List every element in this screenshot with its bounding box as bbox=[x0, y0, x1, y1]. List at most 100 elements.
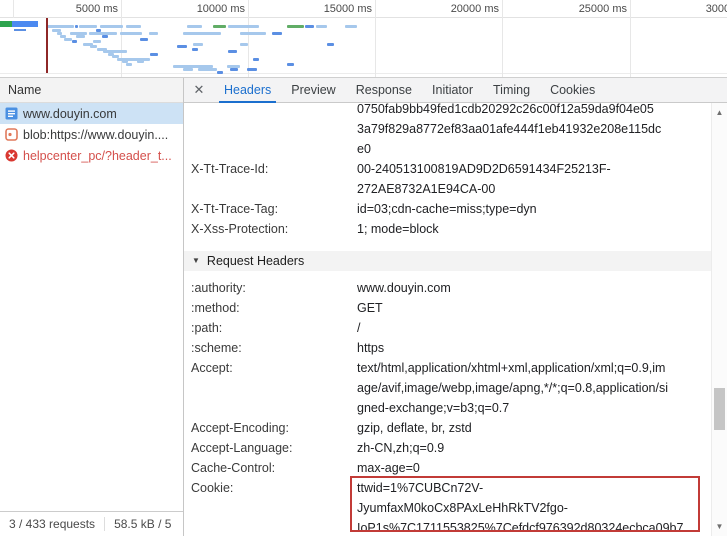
name-column-label: Name bbox=[8, 83, 41, 97]
header-row: 0750fab9bb49fed1cdb20292c26c00f12a59da9f… bbox=[184, 103, 711, 159]
tab-headers[interactable]: Headers bbox=[214, 78, 281, 103]
section-label: Request Headers bbox=[207, 251, 304, 271]
transferred-size: 58.5 kB / 5 bbox=[104, 517, 180, 531]
waterfall-request-bar bbox=[140, 38, 148, 41]
header-key: :authority: bbox=[191, 278, 357, 298]
header-value-line: JyumfaxM0koCx8PAxLeHhRkTV2fgo- bbox=[357, 498, 662, 518]
selected-request-bar-green bbox=[0, 21, 12, 27]
waterfall-request-bar bbox=[149, 32, 158, 35]
tab-timing[interactable]: Timing bbox=[483, 78, 540, 103]
waterfall-request-bar bbox=[76, 35, 85, 38]
waterfall-request-bar bbox=[75, 25, 78, 28]
header-key: Cookie: bbox=[191, 478, 357, 536]
header-value-line: gzip, deflate, br, zstd bbox=[357, 418, 662, 438]
header-value-line: 00-240513100819AD9D2D6591434F25213F- bbox=[357, 159, 662, 179]
header-value-line: 1; mode=block bbox=[357, 219, 662, 239]
waterfall-request-bar bbox=[193, 43, 203, 46]
timeline-gridline bbox=[13, 0, 14, 18]
header-value: text/html,application/xhtml+xml,applicat… bbox=[357, 358, 662, 418]
header-row: Accept-Language:zh-CN,zh;q=0.9 bbox=[184, 438, 711, 458]
waterfall-request-bar bbox=[46, 25, 74, 28]
collapse-triangle-icon: ▼ bbox=[192, 251, 200, 271]
header-row: :scheme:https bbox=[184, 338, 711, 358]
tab-response[interactable]: Response bbox=[346, 78, 422, 103]
tab-initiator[interactable]: Initiator bbox=[422, 78, 483, 103]
scroll-up-icon[interactable]: ▲ bbox=[712, 105, 727, 120]
detail-tabs: HeadersPreviewResponseInitiatorTimingCoo… bbox=[214, 78, 605, 103]
header-row: X-Xss-Protection:1; mode=block bbox=[184, 219, 711, 239]
request-rows: www.douyin.comblob:https://www.douyin...… bbox=[0, 103, 183, 166]
name-column-header[interactable]: Name bbox=[0, 78, 183, 103]
requests-count: 3 / 433 requests bbox=[0, 517, 104, 531]
header-row: Cache-Control:max-age=0 bbox=[184, 458, 711, 478]
header-value-line: IoP1s%7C1711553825%7Cefdcf976392d80324ec… bbox=[357, 518, 662, 536]
detail-tabbar: ✕ HeadersPreviewResponseInitiatorTimingC… bbox=[184, 78, 727, 103]
timeline-tick-label: 30000 ms bbox=[706, 3, 727, 15]
header-key bbox=[191, 103, 357, 159]
close-icon[interactable]: ✕ bbox=[184, 82, 214, 98]
waterfall-request-bar bbox=[150, 53, 158, 56]
waterfall-request-bar bbox=[100, 25, 123, 28]
header-value-line: id=03;cdn-cache=miss;type=dyn bbox=[357, 199, 662, 219]
request-headers-section-header[interactable]: ▼ Request Headers bbox=[184, 251, 711, 271]
waterfall-request-bar bbox=[213, 25, 226, 28]
request-list-sidebar: Name www.douyin.comblob:https://www.douy… bbox=[0, 78, 184, 536]
waterfall-request-bar bbox=[228, 50, 237, 53]
scrollbar-thumb[interactable] bbox=[714, 388, 725, 430]
header-value: 00-240513100819AD9D2D6591434F25213F-272A… bbox=[357, 159, 662, 199]
waterfall-request-bar bbox=[345, 25, 357, 28]
overview-separator bbox=[0, 73, 727, 74]
waterfall-request-bar bbox=[79, 25, 97, 28]
header-value: ttwid=1%7CUBCn72V-JyumfaxM0koCx8PAxLeHhR… bbox=[357, 478, 662, 536]
header-row: :path:/ bbox=[184, 318, 711, 338]
header-value-line: 272AE8732A1E94CA-00 bbox=[357, 179, 662, 199]
header-row: X-Tt-Trace-Id:00-240513100819AD9D2D65914… bbox=[184, 159, 711, 199]
overview-separator bbox=[0, 17, 727, 18]
header-value-line: GET bbox=[357, 298, 662, 318]
header-value-line: e0 bbox=[357, 139, 662, 159]
header-value: www.douyin.com bbox=[357, 278, 662, 298]
timeline-tick-label: 20000 ms bbox=[451, 3, 499, 15]
header-key: :path: bbox=[191, 318, 357, 338]
header-value-line: 0750fab9bb49fed1cdb20292c26c00f12a59da9f… bbox=[357, 103, 662, 119]
timeline-gridline bbox=[248, 0, 249, 77]
scroll-down-icon[interactable]: ▼ bbox=[712, 519, 727, 534]
header-value: zh-CN,zh;q=0.9 bbox=[357, 438, 662, 458]
header-value: 1; mode=block bbox=[357, 219, 662, 239]
request-row[interactable]: www.douyin.com bbox=[0, 103, 183, 124]
waterfall-request-bar bbox=[198, 68, 217, 71]
header-value: https bbox=[357, 338, 662, 358]
header-value-line: https bbox=[357, 338, 662, 358]
waterfall-request-bar bbox=[187, 25, 202, 28]
vertical-scrollbar[interactable]: ▲ ▼ bbox=[711, 103, 727, 536]
waterfall-request-bar bbox=[72, 40, 77, 43]
waterfall-request-bar bbox=[240, 32, 266, 35]
timeline-tick-label: 25000 ms bbox=[579, 3, 627, 15]
header-value-line: 3a79f829a8772ef83aa01afe444f1eb41932e208… bbox=[357, 119, 662, 139]
header-value-line: www.douyin.com bbox=[357, 278, 662, 298]
header-key: :method: bbox=[191, 298, 357, 318]
tab-preview[interactable]: Preview bbox=[281, 78, 345, 103]
timeline-gridline bbox=[121, 0, 122, 77]
header-value: / bbox=[357, 318, 662, 338]
load-event-line bbox=[46, 18, 48, 73]
timeline-tick-label: 15000 ms bbox=[324, 3, 372, 15]
header-key: X-Tt-Trace-Tag: bbox=[191, 199, 357, 219]
request-row[interactable]: blob:https://www.douyin.... bbox=[0, 124, 183, 145]
waterfall-request-bar bbox=[316, 25, 327, 28]
waterfall-request-bar bbox=[183, 32, 221, 35]
header-value-line: ttwid=1%7CUBCn72V- bbox=[357, 478, 662, 498]
request-row[interactable]: helpcenter_pc/?header_t... bbox=[0, 145, 183, 166]
network-overview[interactable]: 5000 ms10000 ms15000 ms20000 ms25000 ms3… bbox=[0, 0, 727, 78]
header-value: id=03;cdn-cache=miss;type=dyn bbox=[357, 199, 662, 219]
document-icon bbox=[5, 107, 18, 120]
header-value-line: max-age=0 bbox=[357, 458, 662, 478]
header-row: :authority:www.douyin.com bbox=[184, 278, 711, 298]
tab-cookies[interactable]: Cookies bbox=[540, 78, 605, 103]
header-key: Accept-Language: bbox=[191, 438, 357, 458]
header-key: Accept: bbox=[191, 358, 357, 418]
waterfall-request-bar bbox=[64, 38, 72, 41]
request-detail-panel: ✕ HeadersPreviewResponseInitiatorTimingC… bbox=[184, 78, 727, 536]
header-key: Cache-Control: bbox=[191, 458, 357, 478]
header-key: :scheme: bbox=[191, 338, 357, 358]
